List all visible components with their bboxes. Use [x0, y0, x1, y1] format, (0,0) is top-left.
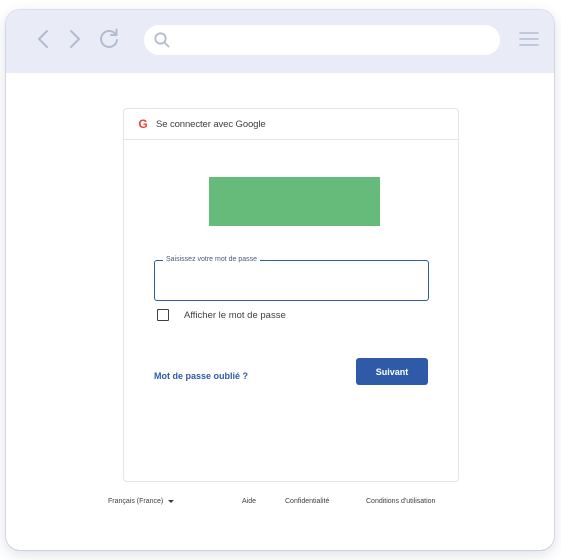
search-icon	[154, 32, 170, 48]
terms-link[interactable]: Conditions d'utilisation	[366, 498, 435, 505]
show-password-checkbox[interactable]	[157, 309, 169, 321]
reload-button[interactable]	[96, 26, 122, 52]
next-button[interactable]: Suivant	[356, 358, 428, 385]
card-header-title: Se connecter avec Google	[156, 118, 266, 130]
chevron-right-icon	[70, 30, 80, 48]
forward-button[interactable]	[62, 26, 88, 52]
language-select[interactable]: Français (France)	[108, 498, 175, 505]
privacy-link[interactable]: Confidentialité	[285, 498, 329, 505]
show-password-label[interactable]: Afficher le mot de passe	[184, 310, 286, 321]
show-password-row: Afficher le mot de passe	[157, 307, 286, 323]
logo-placeholder	[209, 177, 380, 226]
google-signin-card: G Se connecter avec Google Saisissez vot…	[123, 108, 459, 482]
card-header: G Se connecter avec Google	[124, 109, 458, 140]
forgot-password-link[interactable]: Mot de passe oublié ?	[154, 371, 248, 381]
hamburger-menu-icon	[519, 32, 539, 46]
back-button[interactable]	[30, 26, 56, 52]
screen: G Se connecter avec Google Saisissez vot…	[0, 0, 561, 560]
menu-button[interactable]	[518, 28, 540, 50]
reload-icon	[100, 28, 118, 48]
password-input[interactable]: Saisissez votre mot de passe	[154, 255, 429, 301]
password-label: Saisissez votre mot de passe	[163, 255, 261, 265]
chevron-left-icon	[38, 30, 48, 48]
help-link[interactable]: Aide	[242, 498, 256, 505]
browser-toolbar	[6, 10, 554, 73]
language-select-label: Français (France)	[108, 498, 164, 505]
page-footer: Français (France) Aide Confidentialité C…	[6, 498, 554, 512]
chevron-down-icon	[168, 500, 175, 503]
address-bar[interactable]	[144, 25, 500, 55]
browser-window: G Se connecter avec Google Saisissez vot…	[6, 10, 554, 550]
google-logo-icon: G	[138, 117, 148, 131]
